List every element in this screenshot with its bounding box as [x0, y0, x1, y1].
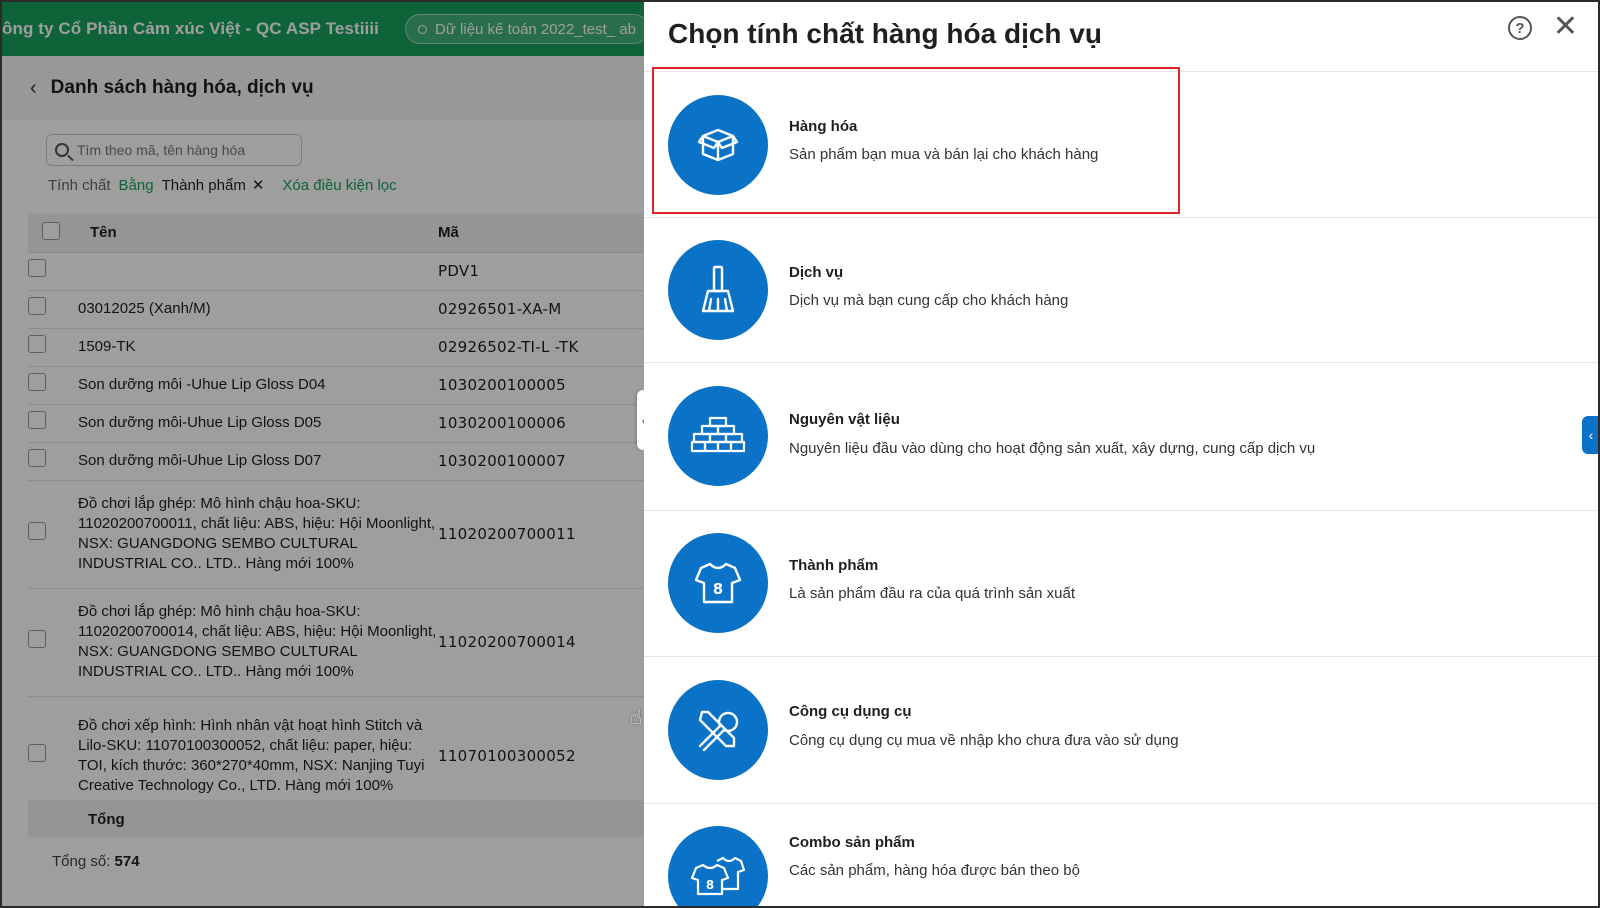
- background-app: ông ty Cổ Phần Cảm xúc Việt - QC ASP Tes…: [2, 2, 644, 906]
- option-desc: Nguyên liệu đầu vào dùng cho hoạt động s…: [789, 440, 1316, 457]
- tools-icon: [668, 680, 768, 780]
- option-combo[interactable]: 8 Combo sản phẩm Các sản phẩm, hàng hóa …: [644, 804, 1598, 906]
- option-desc: Công cụ dụng cụ mua về nhập kho chưa đưa…: [789, 732, 1179, 749]
- svg-text:8: 8: [713, 580, 723, 598]
- modal-backdrop[interactable]: [2, 2, 644, 906]
- option-name: Dịch vụ: [789, 264, 844, 281]
- broom-icon: [668, 240, 768, 340]
- option-raw-materials[interactable]: Nguyên vật liệu Nguyên liệu đầu vào dùng…: [644, 363, 1598, 511]
- shirt-icon: 8: [668, 533, 768, 633]
- bricks-icon: [668, 386, 768, 486]
- product-type-drawer: Chọn tính chất hàng hóa dịch vụ ? ✕ Hàng…: [644, 2, 1598, 906]
- option-finished-goods[interactable]: 8 Thành phẩm Là sản phẩm đầu ra của quá …: [644, 511, 1598, 657]
- option-desc: Dịch vụ mà bạn cung cấp cho khách hàng: [789, 292, 1069, 309]
- option-tools[interactable]: Công cụ dụng cụ Công cụ dụng cụ mua về n…: [644, 657, 1598, 804]
- help-icon[interactable]: ?: [1508, 16, 1532, 40]
- side-panel-toggle[interactable]: ‹: [1582, 416, 1598, 454]
- screen-frame: ông ty Cổ Phần Cảm xúc Việt - QC ASP Tes…: [0, 0, 1600, 908]
- selection-highlight: [652, 67, 1180, 214]
- option-name: Công cụ dụng cụ: [789, 703, 912, 720]
- option-desc: Các sản phẩm, hàng hóa được bán theo bộ: [789, 862, 1080, 879]
- svg-text:8: 8: [706, 878, 714, 892]
- option-name: Nguyên vật liệu: [789, 411, 900, 428]
- option-service[interactable]: Dịch vụ Dịch vụ mà bạn cung cấp cho khác…: [644, 218, 1598, 363]
- drawer-header: Chọn tính chất hàng hóa dịch vụ ? ✕: [644, 2, 1598, 72]
- option-name: Thành phẩm: [789, 557, 879, 574]
- option-desc: Là sản phẩm đầu ra của quá trình sản xuấ…: [789, 585, 1076, 602]
- close-icon[interactable]: ✕: [1553, 12, 1578, 42]
- shirts-combo-icon: 8: [668, 826, 768, 906]
- option-name: Combo sản phẩm: [789, 834, 915, 851]
- hand-cursor-icon: ☝: [630, 707, 643, 729]
- drawer-title: Chọn tính chất hàng hóa dịch vụ: [668, 18, 1102, 49]
